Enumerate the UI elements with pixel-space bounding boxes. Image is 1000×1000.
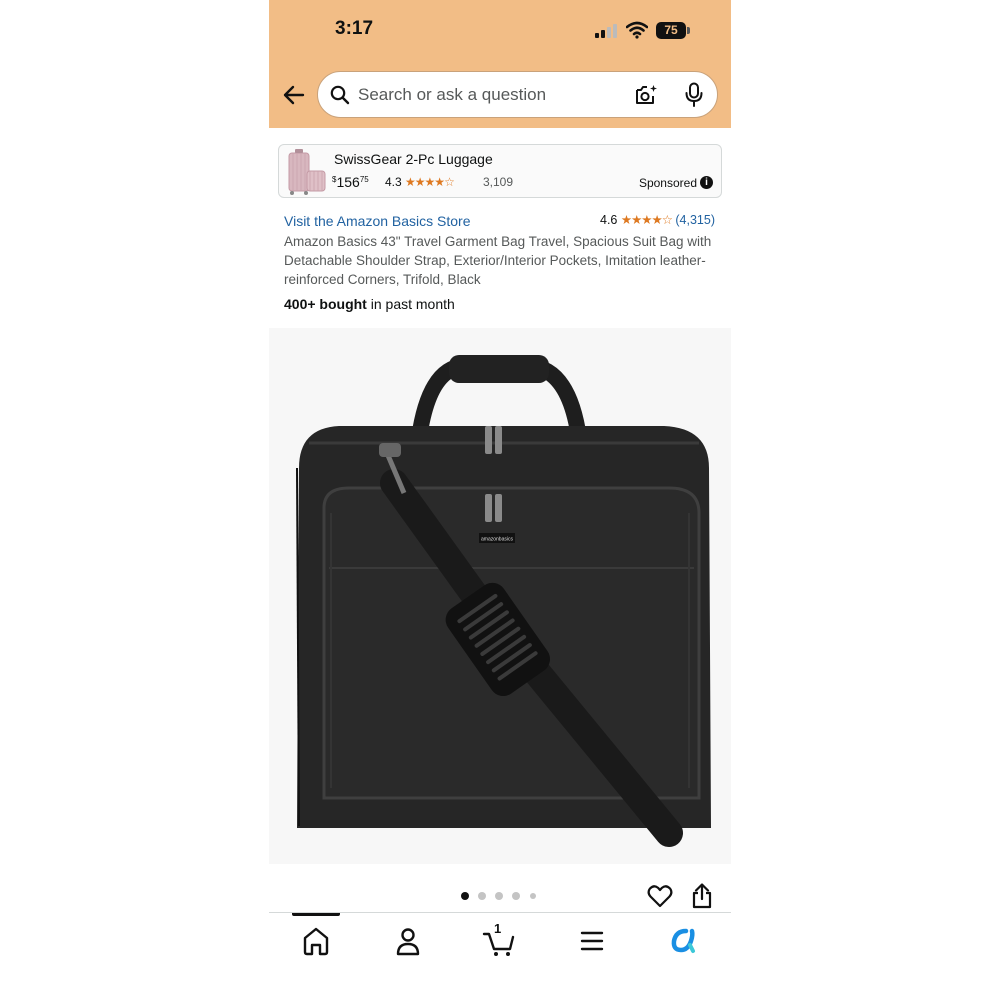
store-link[interactable]: Visit the Amazon Basics Store — [284, 213, 471, 229]
share-icon[interactable] — [691, 883, 713, 909]
carousel-dot[interactable] — [478, 892, 486, 900]
product-title: Amazon Basics 43" Travel Garment Bag Tra… — [284, 234, 712, 287]
sponsored-label: Sponsored — [638, 176, 697, 190]
star-rating-icon: ★★★★☆ — [405, 175, 455, 189]
sponsored-product-card[interactable]: SwissGear 2-Pc Luggage $15675 4.3 ★★★★☆ … — [278, 144, 722, 198]
phone-screen: 3:17 75 Search or ask a question SwissGe… — [269, 0, 731, 1000]
rufus-icon[interactable] — [662, 923, 706, 959]
camera-search-icon[interactable] — [634, 83, 658, 107]
header: 3:17 75 — [269, 0, 731, 128]
search-icon — [330, 85, 350, 105]
cart-button[interactable]: 1 — [478, 921, 522, 959]
carousel-dot[interactable] — [530, 893, 536, 899]
search-bar[interactable] — [317, 71, 718, 118]
battery-level: 75 — [656, 22, 686, 39]
microphone-icon[interactable] — [684, 82, 704, 108]
ad-price: $15675 — [332, 174, 369, 190]
search-input[interactable] — [358, 80, 628, 110]
carousel-dot[interactable] — [512, 892, 520, 900]
product-rating[interactable]: 4.6 ★★★★☆ (4,315) — [600, 212, 715, 227]
ad-title[interactable]: SwissGear 2-Pc Luggage — [334, 151, 493, 167]
bottom-navigation: 1 — [269, 912, 731, 1000]
heart-icon[interactable] — [647, 884, 673, 908]
menu-icon[interactable] — [570, 923, 614, 959]
active-tab-indicator — [292, 913, 340, 916]
cart-count: 1 — [494, 921, 502, 936]
ad-review-count: 3,109 — [483, 175, 514, 189]
wifi-icon — [626, 21, 648, 39]
carousel-dot[interactable] — [495, 892, 503, 900]
star-rating-icon: ★★★★☆ — [620, 213, 673, 227]
bought-count: 400+ bought in past month — [284, 296, 455, 312]
review-count: (4,315) — [675, 213, 715, 227]
home-icon[interactable] — [294, 923, 338, 959]
image-carousel-dots[interactable] — [461, 892, 541, 902]
back-arrow-icon[interactable] — [281, 82, 307, 108]
info-icon[interactable]: i — [700, 176, 713, 189]
product-image[interactable]: amazonbasics — [269, 328, 731, 864]
brand-tag: amazonbasics — [481, 537, 513, 543]
garment-bag-image: amazonbasics — [296, 355, 711, 847]
status-time: 3:17 — [335, 18, 374, 39]
account-icon[interactable] — [386, 923, 430, 959]
luggage-thumbnail — [288, 149, 326, 195]
signal-icon — [595, 24, 617, 38]
ad-rating: 4.3 ★★★★☆ — [385, 175, 455, 189]
carousel-dot-active[interactable] — [461, 892, 469, 900]
battery-icon: 75 — [656, 22, 690, 39]
